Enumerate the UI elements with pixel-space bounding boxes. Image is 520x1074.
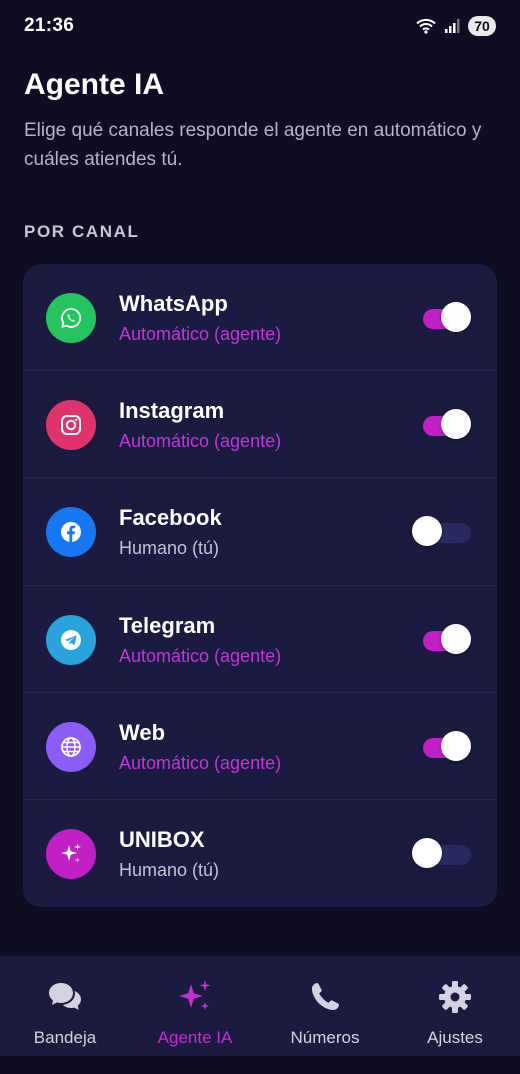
status-bar: 21:36 70 — [0, 0, 520, 52]
nav-label: Números — [290, 1028, 360, 1047]
page-description: Elige qué canales responde el agente en … — [24, 120, 482, 170]
channel-name: UNIBOX — [119, 826, 205, 852]
phone-icon — [308, 978, 342, 1016]
channel-mode: Humano (tú) — [119, 538, 220, 559]
channel-name: Web — [119, 719, 166, 745]
toggle-knob — [441, 730, 471, 761]
instagram-icon — [46, 400, 96, 451]
gesture-area — [0, 1056, 520, 1074]
nav-label: Bandeja — [33, 1028, 97, 1047]
chat-bubbles-icon — [47, 978, 83, 1016]
facebook-toggle[interactable] — [412, 516, 471, 547]
status-time: 21:36 — [24, 15, 75, 36]
channel-name: WhatsApp — [119, 291, 228, 316]
toggle-knob — [441, 623, 471, 654]
instagram-toggle[interactable] — [423, 409, 471, 440]
telegram-toggle[interactable] — [423, 623, 471, 654]
nav-item-numeros[interactable]: Números — [260, 956, 390, 1056]
gear-icon — [438, 978, 472, 1016]
channel-row-unibox: UNIBOX Humano (tú) — [23, 800, 497, 907]
channel-row-whatsapp: WhatsApp Automático (agente) — [23, 264, 497, 372]
channel-mode: Automático (agente) — [119, 645, 282, 666]
channel-name: Instagram — [119, 398, 225, 424]
channel-row-instagram: Instagram Automático (agente) — [23, 371, 497, 479]
unibox-toggle[interactable] — [412, 837, 471, 868]
channel-mode: Automático (agente) — [119, 324, 282, 344]
channel-name: Facebook — [119, 505, 222, 531]
channel-mode: Automático (agente) — [119, 752, 282, 773]
channel-list: WhatsApp Automático (agente) Instagram A… — [23, 264, 497, 907]
status-indicators: 70 — [416, 16, 496, 36]
toggle-knob — [441, 302, 471, 332]
channel-mode: Automático (agente) — [119, 431, 282, 452]
globe-icon — [46, 721, 96, 772]
bottom-nav: Bandeja Agente IA Números Ajustes — [0, 956, 520, 1056]
whatsapp-icon — [46, 293, 96, 343]
nav-label: Ajustes — [427, 1028, 483, 1047]
whatsapp-toggle[interactable] — [423, 302, 471, 332]
battery-indicator: 70 — [468, 16, 496, 36]
telegram-icon — [46, 614, 96, 665]
wifi-icon — [416, 18, 436, 34]
facebook-icon — [46, 507, 96, 558]
nav-item-ajustes[interactable]: Ajustes — [390, 956, 520, 1056]
sparkles-icon — [175, 978, 215, 1016]
channel-row-telegram: Telegram Automático (agente) — [23, 586, 497, 693]
page-title: Agente IA — [24, 68, 165, 101]
channel-row-web: Web Automático (agente) — [23, 693, 497, 800]
toggle-knob — [412, 837, 442, 868]
web-toggle[interactable] — [423, 730, 471, 761]
channel-name: Telegram — [119, 612, 216, 638]
channel-mode: Humano (tú) — [119, 859, 220, 880]
sparkles-icon — [46, 828, 96, 879]
signal-icon — [444, 18, 460, 34]
nav-item-bandeja[interactable]: Bandeja — [0, 956, 130, 1056]
toggle-knob — [441, 409, 471, 440]
nav-label: Agente IA — [157, 1028, 233, 1047]
channel-row-facebook: Facebook Humano (tú) — [23, 478, 497, 586]
nav-item-agente-ia[interactable]: Agente IA — [130, 956, 260, 1056]
section-label: POR CANAL — [24, 222, 140, 241]
